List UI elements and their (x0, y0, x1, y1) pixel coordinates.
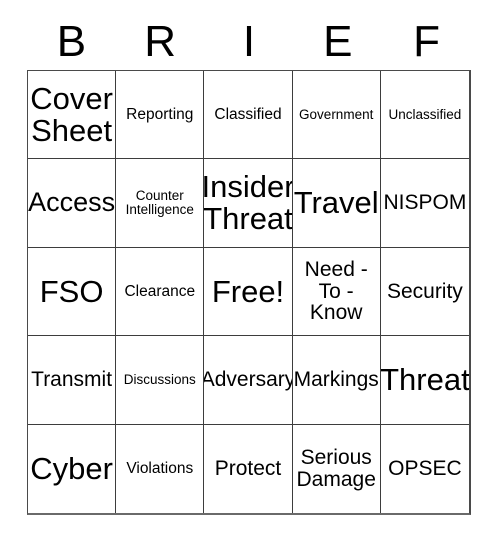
bingo-square-r1[interactable]: Reporting (116, 71, 205, 160)
bingo-square-f4[interactable]: Threat (380, 336, 469, 425)
bingo-square-r4[interactable]: Discussions (116, 336, 205, 425)
bingo-square-r3[interactable]: Clearance (116, 247, 205, 337)
header-letter-i: I (242, 17, 256, 66)
bingo-square-f3[interactable]: Security (380, 248, 469, 337)
bingo-square-i4[interactable]: Adversary (204, 336, 293, 425)
header-letter-b: B (56, 17, 87, 66)
bingo-square-label: Need - To - Know (304, 258, 368, 325)
bingo-grid: Cover Sheet Reporting Classified Governm… (27, 70, 471, 515)
bingo-square-label: Threat (380, 362, 469, 398)
bingo-square-label: Counter Intelligence (125, 188, 194, 218)
bingo-square-b1[interactable]: Cover Sheet (28, 71, 117, 160)
bingo-square-label: NISPOM (383, 191, 467, 215)
bingo-square-i2[interactable]: Insider Threat (204, 159, 293, 248)
bingo-square-e1[interactable]: Government (292, 71, 381, 160)
bingo-square-label: Violations (126, 459, 194, 477)
bingo-square-r2[interactable]: Counter Intelligence (116, 159, 205, 248)
bingo-square-f1[interactable]: Unclassified (380, 71, 469, 160)
bingo-square-b2[interactable]: Access (28, 159, 117, 248)
bingo-square-label: Government (299, 106, 374, 122)
bingo-square-label: Classified (214, 105, 282, 123)
header-letter-f: F (413, 17, 441, 66)
bingo-square-label: Protect (214, 457, 282, 481)
bingo-square-label: Transmit (31, 368, 113, 392)
bingo-square-label: Reporting (126, 105, 194, 123)
header-letter-r: R (144, 17, 177, 66)
bingo-square-label: Access (28, 187, 116, 218)
bingo-square-label: FSO (39, 273, 104, 309)
bingo-square-i1[interactable]: Classified (204, 71, 293, 160)
bingo-square-label: Cover Sheet (30, 81, 113, 148)
bingo-square-label: Discussions (123, 372, 196, 387)
bingo-square-label: Security (386, 279, 463, 303)
bingo-square-label: Travel (293, 185, 379, 221)
bingo-square-e4[interactable]: Markings (292, 336, 381, 425)
bingo-square-i5[interactable]: Protect (204, 424, 293, 513)
bingo-square-b5[interactable]: Cyber (28, 424, 117, 513)
bingo-square-b4[interactable]: Transmit (28, 336, 117, 425)
bingo-square-f5[interactable]: OPSEC (381, 425, 469, 513)
bingo-square-r5[interactable]: Violations (116, 424, 205, 513)
bingo-square-label: Adversary (204, 368, 293, 392)
bingo-square-free[interactable]: Free! (204, 247, 293, 337)
bingo-square-label: Unclassified (388, 106, 462, 122)
bingo-square-e2[interactable]: Travel (292, 159, 381, 248)
bingo-square-label: Insider Threat (204, 169, 293, 237)
bingo-square-label: Clearance (124, 282, 196, 300)
bingo-square-label: OPSEC (388, 457, 462, 481)
bingo-square-label: Markings (293, 368, 379, 392)
bingo-square-b3[interactable]: FSO (28, 247, 117, 337)
bingo-square-f2[interactable]: NISPOM (380, 159, 469, 248)
header-letter-e: E (323, 17, 353, 66)
bingo-header: B R I E F (27, 14, 471, 70)
bingo-square-e3[interactable]: Need - To - Know (292, 247, 381, 337)
bingo-card: B R I E F Cover Sheet Reporting Classifi… (27, 14, 471, 515)
bingo-square-label: Serious Damage (296, 446, 376, 491)
free-space-label: Free! (211, 273, 285, 309)
bingo-square-label: Cyber (30, 450, 113, 486)
bingo-square-e5[interactable]: Serious Damage (293, 424, 381, 513)
